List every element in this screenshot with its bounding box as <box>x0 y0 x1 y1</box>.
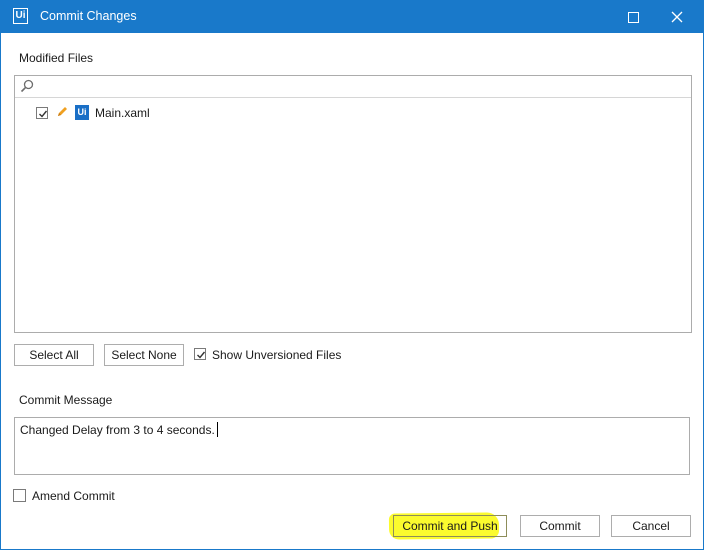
pencil-icon <box>58 107 67 116</box>
maximize-icon <box>628 12 639 23</box>
file-checkbox[interactable] <box>36 107 48 119</box>
ui-file-icon: Ui <box>75 105 89 120</box>
commit-message-text: Changed Delay from 3 to 4 seconds. <box>20 423 215 437</box>
show-unversioned-checkbox[interactable] <box>194 348 206 360</box>
file-search-row <box>15 76 691 98</box>
maximize-button[interactable] <box>613 1 653 33</box>
close-icon <box>671 11 683 23</box>
commit-and-push-button[interactable]: Commit and Push <box>393 515 507 537</box>
commit-message-label: Commit Message <box>19 393 113 407</box>
title-bar[interactable]: Ui Commit Changes <box>1 1 703 33</box>
commit-message-input[interactable]: Changed Delay from 3 to 4 seconds. <box>14 417 690 475</box>
amend-commit-label: Amend Commit <box>32 489 115 503</box>
window-title: Commit Changes <box>40 9 137 23</box>
amend-commit-checkbox[interactable] <box>13 489 26 502</box>
select-none-button[interactable]: Select None <box>104 344 184 366</box>
search-icon <box>20 79 34 93</box>
checkmark-icon <box>39 110 48 118</box>
uipath-logo-icon: Ui <box>13 8 28 24</box>
close-button[interactable] <box>657 1 697 33</box>
modified-files-label: Modified Files <box>19 51 94 65</box>
commit-changes-dialog: Ui Commit Changes Modified Files Ui Main… <box>0 0 704 550</box>
cancel-button[interactable]: Cancel <box>611 515 691 537</box>
file-name: Main.xaml <box>95 106 150 120</box>
file-search-input[interactable] <box>37 77 677 95</box>
modified-files-panel: Ui Main.xaml <box>14 75 692 333</box>
show-unversioned-label: Show Unversioned Files <box>212 348 342 362</box>
select-all-button[interactable]: Select All <box>14 344 94 366</box>
text-caret <box>216 422 218 437</box>
checkmark-icon <box>197 351 206 359</box>
commit-button[interactable]: Commit <box>520 515 600 537</box>
